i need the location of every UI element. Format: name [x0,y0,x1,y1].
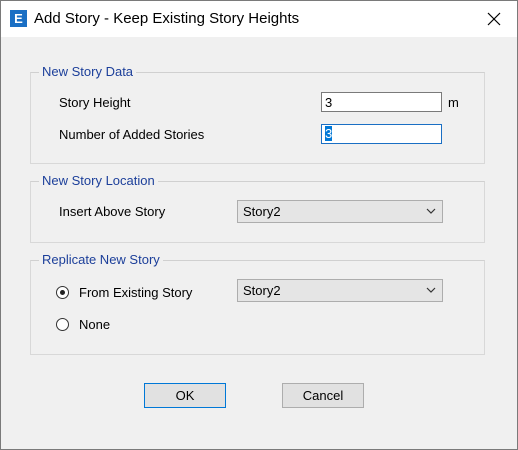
add-story-dialog: E Add Story - Keep Existing Story Height… [0,0,518,450]
chevron-down-icon [426,208,436,214]
new-story-data-legend: New Story Data [42,64,134,79]
story-height-unit: m [448,95,459,110]
added-stories-label: Number of Added Stories [59,127,205,142]
cancel-button[interactable]: Cancel [282,383,364,408]
title-bar: E Add Story - Keep Existing Story Height… [1,1,517,37]
insert-above-value: Story2 [243,204,281,219]
story-height-label: Story Height [59,95,131,110]
ok-button[interactable]: OK [144,383,226,408]
dialog-title: Add Story - Keep Existing Story Heights [34,10,300,27]
from-existing-story-radio[interactable] [56,286,69,299]
close-icon [487,12,501,26]
replicate-new-story-legend: Replicate New Story [42,252,160,267]
chevron-down-icon [426,287,436,293]
close-button[interactable] [471,1,517,37]
from-existing-story-label[interactable]: From Existing Story [79,285,192,301]
none-radio[interactable] [56,318,69,331]
from-existing-story-value: Story2 [243,283,281,298]
insert-above-dropdown[interactable]: Story2 [237,200,443,223]
from-existing-story-dropdown[interactable]: Story2 [237,279,443,302]
app-icon: E [10,10,27,27]
replicate-new-story-group: Replicate New Story [30,253,485,355]
radio-selected-dot [60,290,65,295]
new-story-data-group: New Story Data [30,65,485,164]
none-label[interactable]: None [79,317,110,333]
added-stories-value: 3 [325,126,333,141]
added-stories-input[interactable]: 3 [321,124,442,144]
story-height-input[interactable] [321,92,442,112]
insert-above-label: Insert Above Story [59,204,166,219]
new-story-location-legend: New Story Location [42,173,155,188]
